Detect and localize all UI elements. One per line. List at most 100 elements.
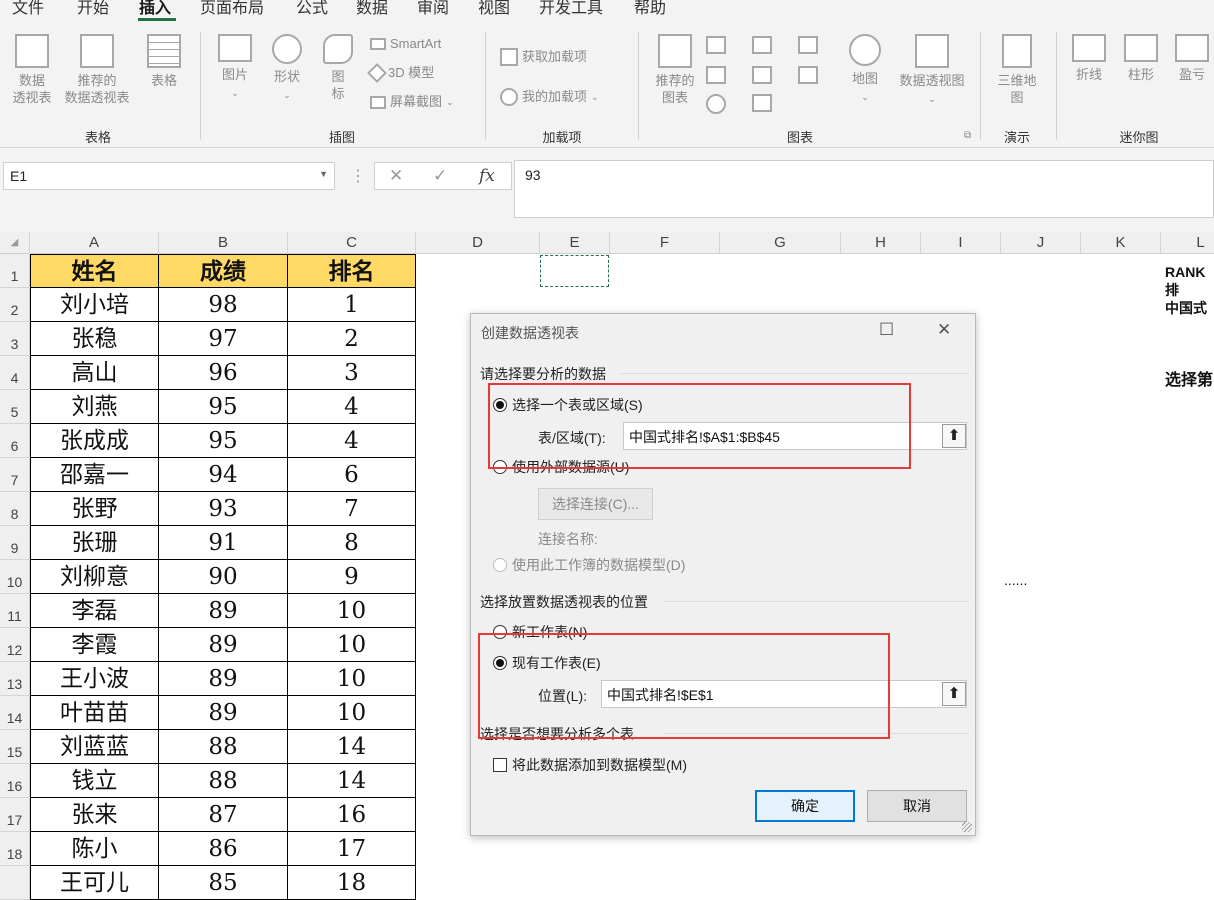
column-chart-icon[interactable]: [706, 36, 726, 54]
menu-data[interactable]: 数据: [356, 0, 388, 18]
column-header-j[interactable]: J: [1001, 232, 1081, 254]
cell-score[interactable]: 96: [159, 356, 288, 390]
name-box[interactable]: E1 ▼: [3, 162, 335, 190]
column-header-d[interactable]: D: [416, 232, 540, 254]
cell-rank[interactable]: 14: [288, 730, 416, 764]
row-header[interactable]: 8: [0, 492, 30, 526]
cell-score[interactable]: 89: [159, 594, 288, 628]
collapse-location-icon[interactable]: ⬆: [942, 682, 966, 706]
cell-rank[interactable]: 7: [288, 492, 416, 526]
header-cell-rank[interactable]: 排名: [288, 254, 416, 288]
cell-score[interactable]: 85: [159, 866, 288, 900]
cell-name[interactable]: 高山: [30, 356, 159, 390]
cell-rank[interactable]: 4: [288, 424, 416, 458]
statistic-chart-icon[interactable]: [752, 66, 772, 84]
cell-name[interactable]: 张来: [30, 798, 159, 832]
cell-rank[interactable]: 8: [288, 526, 416, 560]
cell-name[interactable]: 张野: [30, 492, 159, 526]
maximize-icon[interactable]: ☐: [879, 320, 894, 340]
cell-rank[interactable]: 2: [288, 322, 416, 356]
cell-rank[interactable]: 18: [288, 866, 416, 900]
menu-home[interactable]: 开始: [77, 0, 109, 18]
shapes-button[interactable]: 形状 ⌄: [264, 34, 310, 104]
cell-rank[interactable]: 16: [288, 798, 416, 832]
sparkline-column-button[interactable]: 柱形: [1118, 34, 1164, 83]
cell-score[interactable]: 89: [159, 696, 288, 730]
radio-data-model[interactable]: [493, 558, 507, 572]
cell-name[interactable]: 李霞: [30, 628, 159, 662]
cell-score[interactable]: 89: [159, 662, 288, 696]
cell-rank[interactable]: 10: [288, 628, 416, 662]
cancel-icon[interactable]: ✕: [389, 166, 403, 186]
column-header-b[interactable]: B: [159, 232, 288, 254]
pie-chart-icon[interactable]: [706, 94, 726, 114]
cell-score[interactable]: 97: [159, 322, 288, 356]
menu-page-layout[interactable]: 页面布局: [200, 0, 264, 18]
row-header[interactable]: 11: [0, 594, 30, 628]
resize-grip-icon[interactable]: [962, 822, 972, 832]
row-header[interactable]: 6: [0, 424, 30, 458]
cell-name[interactable]: 刘小培: [30, 288, 159, 322]
scatter-chart-icon[interactable]: [752, 94, 772, 112]
row-header[interactable]: 15: [0, 730, 30, 764]
cell-score[interactable]: 93: [159, 492, 288, 526]
row-header[interactable]: 12: [0, 628, 30, 662]
menu-file[interactable]: 文件: [12, 0, 44, 18]
row-header[interactable]: 17: [0, 798, 30, 832]
my-addins-button[interactable]: 我的加载项 ⌄: [500, 88, 599, 106]
pivot-chart-button[interactable]: 数据透视图 ⌄: [890, 34, 974, 108]
cell-score[interactable]: 98: [159, 288, 288, 322]
close-icon[interactable]: ✕: [937, 320, 951, 340]
formula-input[interactable]: 93: [514, 160, 1214, 218]
cell-score[interactable]: 87: [159, 798, 288, 832]
table-button[interactable]: 表格: [142, 34, 186, 89]
menu-review[interactable]: 审阅: [417, 0, 449, 18]
combo-chart-icon[interactable]: [798, 66, 818, 84]
cell-name[interactable]: 李磊: [30, 594, 159, 628]
column-header-g[interactable]: G: [720, 232, 841, 254]
row-header[interactable]: 1: [0, 254, 30, 288]
hierarchy-chart-icon[interactable]: [752, 36, 772, 54]
cell-score[interactable]: 90: [159, 560, 288, 594]
screenshot-button[interactable]: 屏幕截图 ⌄: [370, 94, 454, 110]
add-to-data-model-checkbox[interactable]: [493, 758, 507, 772]
cell-name[interactable]: 刘燕: [30, 390, 159, 424]
column-header-c[interactable]: C: [288, 232, 416, 254]
cell-rank[interactable]: 10: [288, 662, 416, 696]
row-header[interactable]: 18: [0, 832, 30, 866]
line-chart-icon[interactable]: [706, 66, 726, 84]
cell-rank[interactable]: 10: [288, 696, 416, 730]
collapse-range-icon[interactable]: ⬆: [942, 424, 966, 448]
chevron-down-icon[interactable]: ▼: [319, 169, 328, 179]
cell-score[interactable]: 88: [159, 764, 288, 798]
cell-name[interactable]: 王可儿: [30, 866, 159, 900]
row-header[interactable]: 7: [0, 458, 30, 492]
cell-score[interactable]: 95: [159, 424, 288, 458]
cell-name[interactable]: 张稳: [30, 322, 159, 356]
cell-name[interactable]: 王小波: [30, 662, 159, 696]
pictures-button[interactable]: 图片 ⌄: [212, 34, 258, 102]
cell-rank[interactable]: 3: [288, 356, 416, 390]
cell-score[interactable]: 89: [159, 628, 288, 662]
cell-rank[interactable]: 17: [288, 832, 416, 866]
row-header[interactable]: 9: [0, 526, 30, 560]
column-header-l[interactable]: L: [1161, 232, 1214, 254]
cell-name[interactable]: 钱立: [30, 764, 159, 798]
column-header-i[interactable]: I: [921, 232, 1001, 254]
icons-button[interactable]: 图 标: [318, 34, 358, 102]
3d-model-button[interactable]: 3D 模型: [367, 63, 434, 83]
recommended-charts-button[interactable]: 推荐的 图表: [650, 34, 700, 106]
row-header[interactable]: 10: [0, 560, 30, 594]
cell-rank[interactable]: 9: [288, 560, 416, 594]
cell-name[interactable]: 邵嘉一: [30, 458, 159, 492]
column-header-h[interactable]: H: [841, 232, 921, 254]
column-header-e[interactable]: E: [540, 232, 610, 254]
dialog-launcher-icon[interactable]: ⧉: [964, 130, 971, 141]
header-cell-score[interactable]: 成绩: [159, 254, 288, 288]
get-addins-button[interactable]: 获取加载项: [500, 48, 587, 66]
recommended-pivot-button[interactable]: 推荐的 数据透视表: [58, 34, 136, 106]
pivot-table-button[interactable]: 数据 透视表: [8, 34, 56, 106]
choose-connection-button[interactable]: 选择连接(C)...: [538, 488, 653, 520]
cell-score[interactable]: 91: [159, 526, 288, 560]
cell-name[interactable]: 陈小: [30, 832, 159, 866]
